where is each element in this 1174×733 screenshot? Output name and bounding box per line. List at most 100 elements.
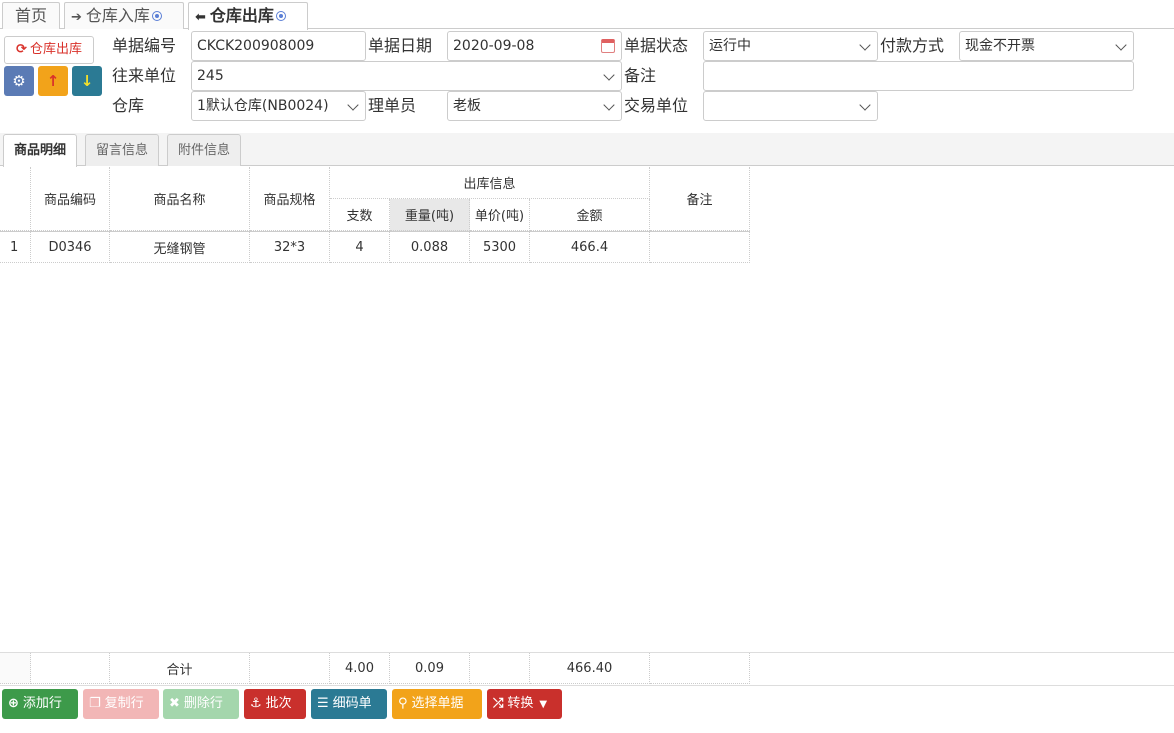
footer-weight: 0.09 [390, 653, 470, 684]
amount-header[interactable]: 金额 [530, 199, 650, 231]
payment-label: 付款方式 [880, 36, 945, 55]
footer-price [470, 653, 530, 684]
tab-warehouse-out-label: 仓库出库 [209, 6, 274, 25]
calendar-icon[interactable] [601, 39, 615, 53]
cell-remark[interactable] [650, 232, 750, 263]
refresh-button[interactable]: ⟳ 仓库出库 [4, 36, 94, 64]
toolbar-divider [0, 685, 1174, 686]
qty-header[interactable]: 支数 [330, 199, 390, 231]
copy-row-button[interactable]: ❐ 复制行 [83, 689, 159, 719]
tab-home[interactable]: 首页 [2, 2, 60, 29]
footer-remark [650, 653, 750, 684]
partner-value: 245 [197, 68, 224, 84]
detail-list-button[interactable]: ☰ 细码单 [311, 689, 387, 719]
convert-label: 转换 [507, 696, 534, 711]
footer-code [31, 653, 110, 684]
tab-messages[interactable]: 留言信息 [85, 134, 160, 166]
arrow-right-icon: ➔ [71, 10, 82, 25]
select-document-label: 选择单据 [411, 696, 464, 711]
row-number: 1 [0, 232, 31, 263]
partner-label: 往来单位 [112, 66, 177, 85]
trade-unit-select[interactable] [703, 91, 878, 121]
partner-select[interactable]: 245 [191, 61, 622, 91]
footer-qty: 4.00 [330, 653, 390, 684]
delete-row-button[interactable]: ✖ 删除行 [163, 689, 239, 719]
tab-warehouse-in[interactable]: ➔ 仓库入库 [64, 2, 184, 29]
add-row-label: 添加行 [22, 696, 62, 711]
move-up-button[interactable]: ↑ [38, 66, 68, 96]
move-down-button[interactable]: ↓ [72, 66, 102, 96]
footer-total-label: 合计 [110, 653, 250, 684]
batch-label: 批次 [265, 696, 292, 711]
handler-label: 理单员 [368, 96, 417, 115]
remark-header[interactable]: 备注 [650, 167, 750, 231]
convert-button[interactable]: ⤮ 转换 ▼ [487, 689, 562, 719]
copy-icon: ❐ [89, 696, 101, 711]
cell-weight[interactable]: 0.088 [390, 232, 470, 263]
doc-status-label: 单据状态 [624, 36, 689, 55]
tab-warehouse-out[interactable]: ⬅ 仓库出库 [188, 2, 308, 30]
doc-date-label: 单据日期 [368, 36, 433, 55]
detail-tab-bar: 商品明细 留言信息 附件信息 [0, 133, 1174, 167]
doc-no-value: CKCK200908009 [197, 38, 315, 54]
tab-attachments[interactable]: 附件信息 [167, 134, 242, 166]
gears-icon: ⚙ [12, 72, 26, 90]
doc-no-input[interactable]: CKCK200908009 [191, 31, 366, 61]
document-tab-bar: 首页 ➔ 仓库入库 ⬅ 仓库出库 [0, 0, 1174, 30]
row-number-header [0, 167, 31, 231]
footer-spec [250, 653, 330, 684]
detail-list-label: 细码单 [332, 696, 372, 711]
remark-label: 备注 [624, 66, 657, 85]
remark-input[interactable] [703, 61, 1134, 91]
spec-header[interactable]: 商品规格 [250, 167, 330, 231]
x-icon: ✖ [169, 696, 180, 711]
code-header[interactable]: 商品编码 [31, 167, 110, 231]
refresh-label: 仓库出库 [29, 42, 82, 57]
close-tab-icon[interactable] [151, 10, 162, 21]
payment-select[interactable]: 现金不开票 [959, 31, 1134, 61]
cell-name[interactable]: 无缝钢管 [110, 232, 250, 263]
anchor-icon: ⚓ [250, 696, 262, 711]
chevron-down-icon [859, 39, 871, 51]
cell-amount[interactable]: 466.4 [530, 232, 650, 263]
trade-unit-label: 交易单位 [624, 96, 689, 115]
arrow-left-icon: ⬅ [195, 10, 206, 25]
select-document-button[interactable]: ⚲ 选择单据 [392, 689, 482, 719]
warehouse-value: 1默认仓库(NB0024) [197, 98, 329, 114]
chevron-down-icon [859, 99, 871, 111]
tab-home-label: 首页 [14, 6, 47, 25]
handler-select[interactable]: 老板 [447, 91, 622, 121]
batch-button[interactable]: ⚓ 批次 [244, 689, 306, 719]
tab-product-detail[interactable]: 商品明细 [3, 134, 78, 167]
footer-row-number [0, 653, 31, 684]
doc-status-select[interactable]: 运行中 [703, 31, 878, 61]
price-header[interactable]: 单价(吨) [470, 199, 530, 231]
cell-code[interactable]: D0346 [31, 232, 110, 263]
tab-warehouse-in-label: 仓库入库 [85, 6, 150, 25]
close-tab-icon[interactable] [275, 10, 286, 21]
handler-value: 老板 [453, 98, 481, 114]
refresh-icon: ⟳ [16, 42, 27, 57]
cell-price[interactable]: 5300 [470, 232, 530, 263]
arrow-down-icon: ↓ [80, 72, 94, 90]
delete-row-label: 删除行 [183, 696, 223, 711]
doc-status-value: 运行中 [709, 38, 751, 54]
warehouse-select[interactable]: 1默认仓库(NB0024) [191, 91, 366, 121]
chevron-down-icon [603, 99, 615, 111]
chevron-down-icon [603, 69, 615, 81]
doc-no-label: 单据编号 [112, 36, 177, 55]
weight-header[interactable]: 重量(吨) [390, 199, 470, 231]
arrow-up-icon: ↑ [46, 72, 60, 90]
list-icon: ☰ [317, 696, 329, 711]
caret-down-icon: ▼ [539, 699, 548, 710]
cell-spec[interactable]: 32*3 [250, 232, 330, 263]
doc-date-value: 2020-09-08 [453, 38, 535, 54]
doc-date-input[interactable]: 2020-09-08 [447, 31, 622, 61]
name-header[interactable]: 商品名称 [110, 167, 250, 231]
shuffle-icon: ⤮ [493, 696, 504, 711]
plus-circle-icon: ⊕ [8, 696, 19, 711]
cell-qty[interactable]: 4 [330, 232, 390, 263]
settings-button[interactable]: ⚙ [4, 66, 34, 96]
outbound-group-header: 出库信息 [330, 167, 650, 199]
add-row-button[interactable]: ⊕ 添加行 [2, 689, 78, 719]
